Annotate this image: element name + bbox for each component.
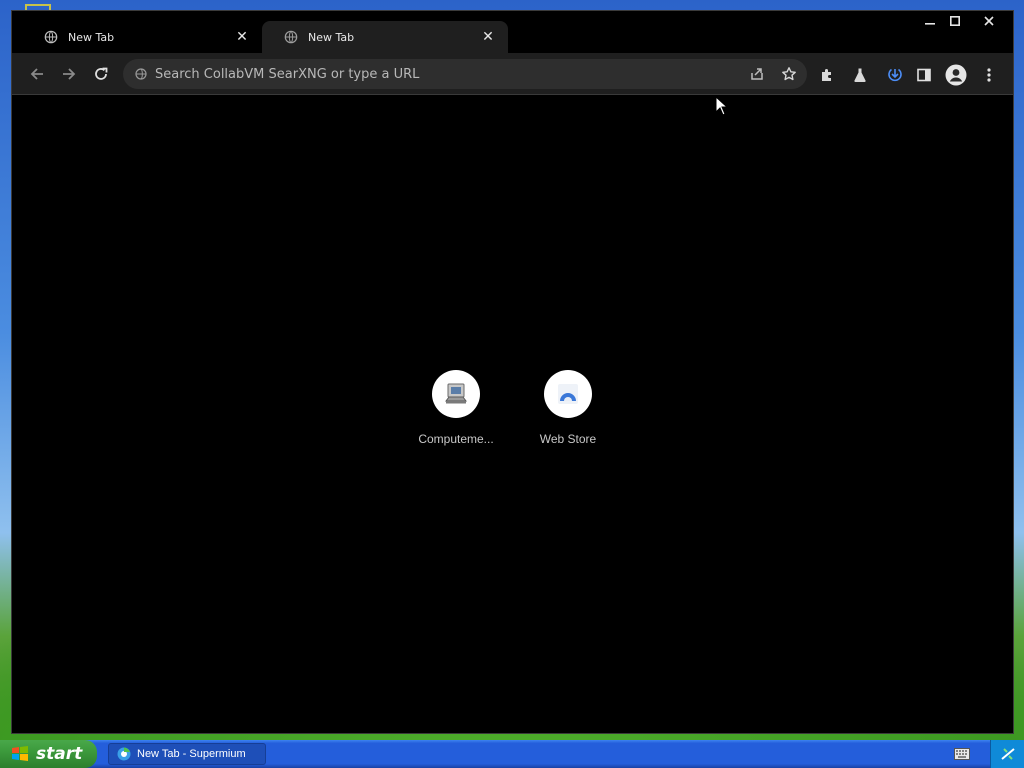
globe-icon [284,30,298,44]
close-window-button[interactable] [972,11,1006,31]
taskbar-item[interactable]: New Tab - Supermium [108,743,266,765]
tab-title: New Tab [68,30,115,44]
maximize-icon [950,16,960,26]
supermium-icon [117,747,131,761]
downloads-button[interactable] [882,62,908,88]
tab-1[interactable]: New Tab ✕ [22,21,262,53]
star-icon [782,67,796,81]
flask-icon [854,68,866,83]
reload-button[interactable] [89,62,113,86]
side-panel-button[interactable] [911,62,937,88]
bookmark-button[interactable] [775,60,803,88]
tab-strip: New Tab ✕ New Tab ✕ [12,11,1013,53]
network-icon[interactable] [1000,746,1016,762]
globe-icon [44,30,58,44]
arrow-right-icon [63,68,76,80]
shortcut-tile[interactable]: Web Store [513,370,623,446]
close-icon [984,16,994,26]
back-button[interactable] [25,62,49,86]
download-icon [888,68,902,82]
maximize-button[interactable] [940,11,970,31]
site-info-icon[interactable] [135,68,147,80]
tab-title: New Tab [308,30,355,44]
shortcut-label: Web Store [539,432,597,446]
taskbar-item-label: New Tab - Supermium [137,748,246,760]
side-panel-icon [917,68,931,82]
avatar-icon [945,64,967,86]
labs-button[interactable] [847,62,873,88]
browser-window: New Tab ✕ New Tab ✕ Search CollabVM Sear… [11,10,1014,734]
omnibox[interactable] [123,59,807,89]
computer-icon [445,383,467,404]
forward-button[interactable] [57,62,81,86]
taskbar: start New Tab - Supermium [0,740,1024,768]
minimize-icon [925,23,935,25]
address-input[interactable] [155,66,743,82]
puzzle-icon [822,69,831,81]
menu-button[interactable] [976,62,1002,88]
arrow-left-icon [30,68,43,80]
share-button[interactable] [743,60,771,88]
shortcut-tile[interactable]: Computeme... [401,370,511,446]
shortcut-label: Computeme... [418,432,494,446]
start-button[interactable]: start [0,740,97,768]
close-icon[interactable]: ✕ [234,29,250,45]
more-vert-icon [987,68,991,82]
profile-button[interactable] [943,62,969,88]
system-tray [990,740,1024,768]
toolbar [12,53,1013,95]
web-store-icon [558,384,578,404]
extensions-button[interactable] [815,62,841,88]
tab-2[interactable]: New Tab ✕ [262,21,508,53]
shortcut-icon-container [432,370,480,418]
keyboard-icon[interactable] [954,748,970,760]
close-icon[interactable]: ✕ [480,29,496,45]
shortcut-icon-container [544,370,592,418]
reload-icon [95,67,108,80]
share-icon [751,68,763,80]
mouse-cursor-icon [715,96,727,116]
start-label: start [36,744,83,764]
windows-logo-icon [12,746,28,761]
